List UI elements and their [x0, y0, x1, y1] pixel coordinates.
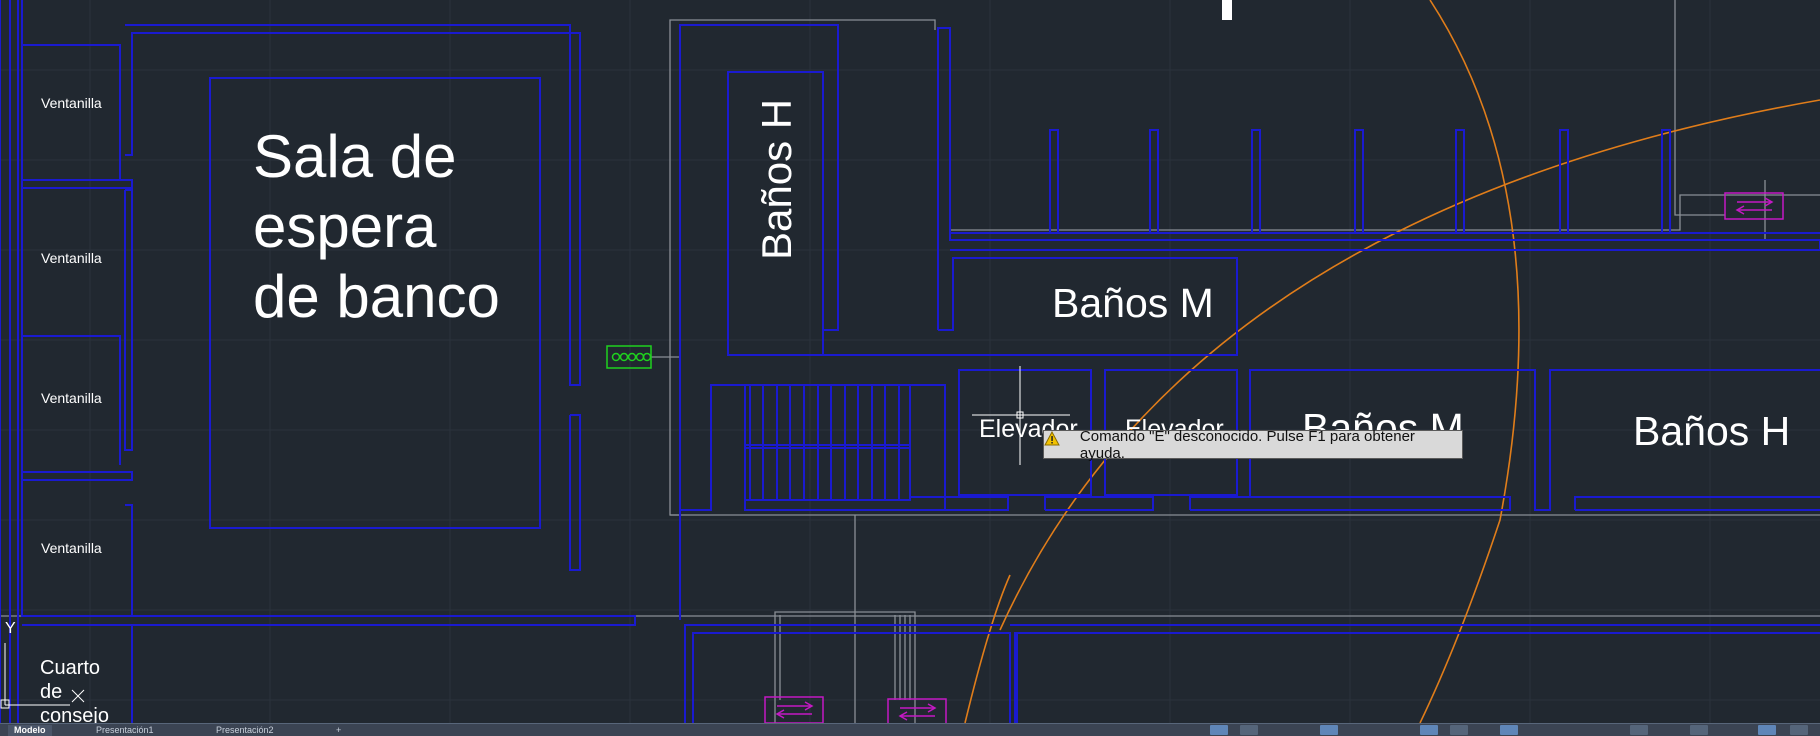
- status-toggle-1[interactable]: [1210, 725, 1228, 735]
- white-marker: [1222, 0, 1232, 20]
- partitions: [1049, 129, 1671, 233]
- ventanilla-label-3: Ventanilla: [41, 390, 102, 406]
- tooltip-message: Comando "E" desconocido. Pulse F1 para o…: [1079, 427, 1415, 462]
- banos-m-upper-label: Baños M: [1052, 280, 1214, 326]
- orange-arcs: [964, 0, 1820, 723]
- status-toggle-7[interactable]: [1630, 725, 1648, 735]
- status-bar: Modelo Presentación1 Presentación2 +: [0, 723, 1820, 736]
- status-toggle-6[interactable]: [1500, 725, 1518, 735]
- grid-lines: [0, 0, 1820, 723]
- ventanilla-label-2: Ventanilla: [41, 250, 102, 266]
- ventanilla-label-1: Ventanilla: [41, 95, 102, 111]
- tab-modelo[interactable]: Modelo: [8, 725, 52, 736]
- green-block: [606, 345, 652, 369]
- status-toggle-4[interactable]: [1420, 725, 1438, 735]
- status-toggle-3[interactable]: [1320, 725, 1338, 735]
- status-toggle-10[interactable]: [1790, 725, 1808, 735]
- add-layout-tab-button[interactable]: +: [330, 725, 347, 736]
- warning-icon: [1044, 431, 1070, 454]
- status-toggle-8[interactable]: [1690, 725, 1708, 735]
- grey-outlines: [0, 0, 1820, 723]
- banos-h-right-label: Baños H: [1633, 408, 1791, 454]
- status-toggle-5[interactable]: [1450, 725, 1468, 735]
- cuarto-consejo-label: Cuarto de consejo: [40, 657, 109, 723]
- cad-linework: [0, 0, 1820, 723]
- tab-presentacion1[interactable]: Presentación1: [90, 725, 160, 736]
- drawing-canvas[interactable]: Ventanilla Ventanilla Ventanilla Ventani…: [0, 0, 1820, 723]
- command-tooltip: Comando "E" desconocido. Pulse F1 para o…: [1043, 427, 1463, 462]
- tab-presentacion2[interactable]: Presentación2: [210, 725, 280, 736]
- status-toggle-9[interactable]: [1758, 725, 1776, 735]
- ucs-y-label: Y: [5, 620, 16, 637]
- walls: [0, 0, 1820, 723]
- ventanilla-label-4: Ventanilla: [41, 540, 102, 556]
- status-toggle-2[interactable]: [1240, 725, 1258, 735]
- sala-espera-label: Sala de espera de banco: [253, 123, 500, 330]
- banos-h-vertical-label: Baños H: [753, 98, 800, 260]
